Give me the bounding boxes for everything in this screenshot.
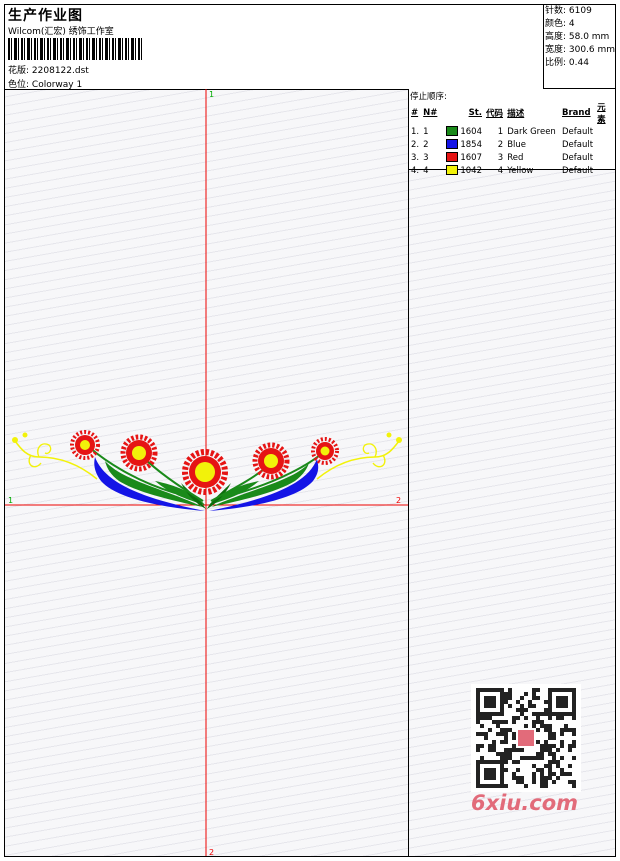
stitch-cell: 1607: [444, 151, 484, 164]
table-row: 1. 1 1604 1 Dark Green Default: [409, 125, 615, 138]
table-row: 3. 3 1607 3 Red Default: [409, 151, 615, 164]
axis-left-label: 1: [8, 496, 13, 505]
table-row: 4. 4 1042 4 Yellow Default: [409, 164, 615, 177]
color-description: Dark Green: [507, 126, 556, 137]
needle-number: 3: [423, 152, 429, 163]
stop-sequence-table: # N# St. 代码 描述 Brand 元素 1. 1 1604 1 Dark Gre…: [409, 101, 615, 177]
col-header: Brand: [562, 108, 591, 118]
design-width: 宽度: 300.6 mm: [545, 45, 616, 55]
row-index: 1.: [411, 126, 420, 137]
color-description: Yellow: [507, 165, 534, 176]
color-description: Blue: [507, 139, 527, 150]
col-header: 描述: [507, 109, 525, 119]
barcode: [8, 38, 144, 60]
stats-panel: 针数: 6109 颜色: 4 高度: 58.0 mm 宽度: 300.6 mm …: [543, 5, 615, 89]
thread-brand: Default: [562, 139, 594, 150]
stitch-cell: 1854: [444, 138, 484, 151]
color-code: 2: [497, 139, 504, 150]
color-code: 1: [497, 126, 504, 137]
stitch-count: 1042: [460, 165, 482, 176]
needle-number: 2: [423, 139, 429, 150]
thread-brand: Default: [562, 165, 594, 176]
design-file-label: 花版:: [8, 66, 30, 76]
element-cell: [595, 164, 615, 177]
col-header: #: [411, 108, 419, 118]
axis-bottom-label: 2: [209, 848, 214, 856]
stitch-count: 针数: 6109: [545, 6, 592, 16]
thread-brand: Default: [562, 126, 594, 137]
color-description: Red: [507, 152, 524, 163]
design-file-name: 2208122.dst: [31, 66, 89, 76]
row-index: 4.: [411, 165, 420, 176]
stitch-count: 1854: [460, 139, 482, 150]
qr-code: [471, 684, 581, 792]
stop-sequence-panel: 停止顺序: # N# St. 代码 描述 Brand 元素 1. 1 1604 1 Da…: [409, 89, 615, 176]
table-row: 2. 2 1854 2 Blue Default: [409, 138, 615, 151]
thread-brand: Default: [562, 152, 594, 163]
watermark-text: 6xiu.com: [471, 791, 579, 815]
element-cell: [595, 151, 615, 164]
design-preview: 1 2 1 2: [5, 89, 409, 857]
studio-name: Wilcom(汇宏) 绣饰工作室: [8, 27, 114, 37]
axis-right-label: 2: [396, 496, 401, 505]
element-cell: [595, 138, 615, 151]
col-header: 元素: [597, 103, 606, 125]
color-code: 4: [497, 165, 504, 176]
color-code: 3: [497, 152, 504, 163]
color-swatch: [446, 152, 459, 163]
color-count: 颜色: 4: [545, 19, 575, 29]
stitch-cell: 1042: [444, 164, 484, 177]
col-header: St.: [468, 108, 482, 118]
table-header-row: # N# St. 代码 描述 Brand 元素: [409, 101, 615, 125]
needle-number: 1: [423, 126, 429, 137]
col-header: 代码: [486, 109, 504, 119]
design-canvas: 1 2 1 2: [5, 89, 408, 857]
stitch-count: 1607: [460, 152, 482, 163]
design-scale: 比例: 0.44: [545, 58, 589, 68]
stitch-count: 1604: [460, 126, 482, 137]
embroidery-motif: [12, 430, 402, 511]
sheet-header: 生产作业图 Wilcom(汇宏) 绣饰工作室 花版: 2208122.dst 色…: [5, 5, 543, 90]
row-index: 3.: [411, 152, 420, 163]
row-index: 2.: [411, 139, 420, 150]
design-file-line: 花版: 2208122.dst: [8, 63, 89, 76]
right-panel: 停止顺序: # N# St. 代码 描述 Brand 元素 1. 1 1604 1 Da…: [409, 89, 615, 856]
color-swatch: [446, 139, 459, 150]
sheet-title: 生产作业图: [8, 8, 83, 24]
element-cell: [595, 125, 615, 138]
design-height: 高度: 58.0 mm: [545, 32, 610, 42]
color-swatch: [446, 126, 459, 137]
axis-top-label: 1: [209, 90, 214, 99]
color-swatch: [446, 165, 459, 176]
stitch-cell: 1604: [444, 125, 484, 138]
production-sheet: 生产作业图 Wilcom(汇宏) 绣饰工作室 花版: 2208122.dst 色…: [4, 4, 616, 857]
needle-number: 4: [423, 165, 429, 176]
col-header: N#: [423, 108, 438, 118]
